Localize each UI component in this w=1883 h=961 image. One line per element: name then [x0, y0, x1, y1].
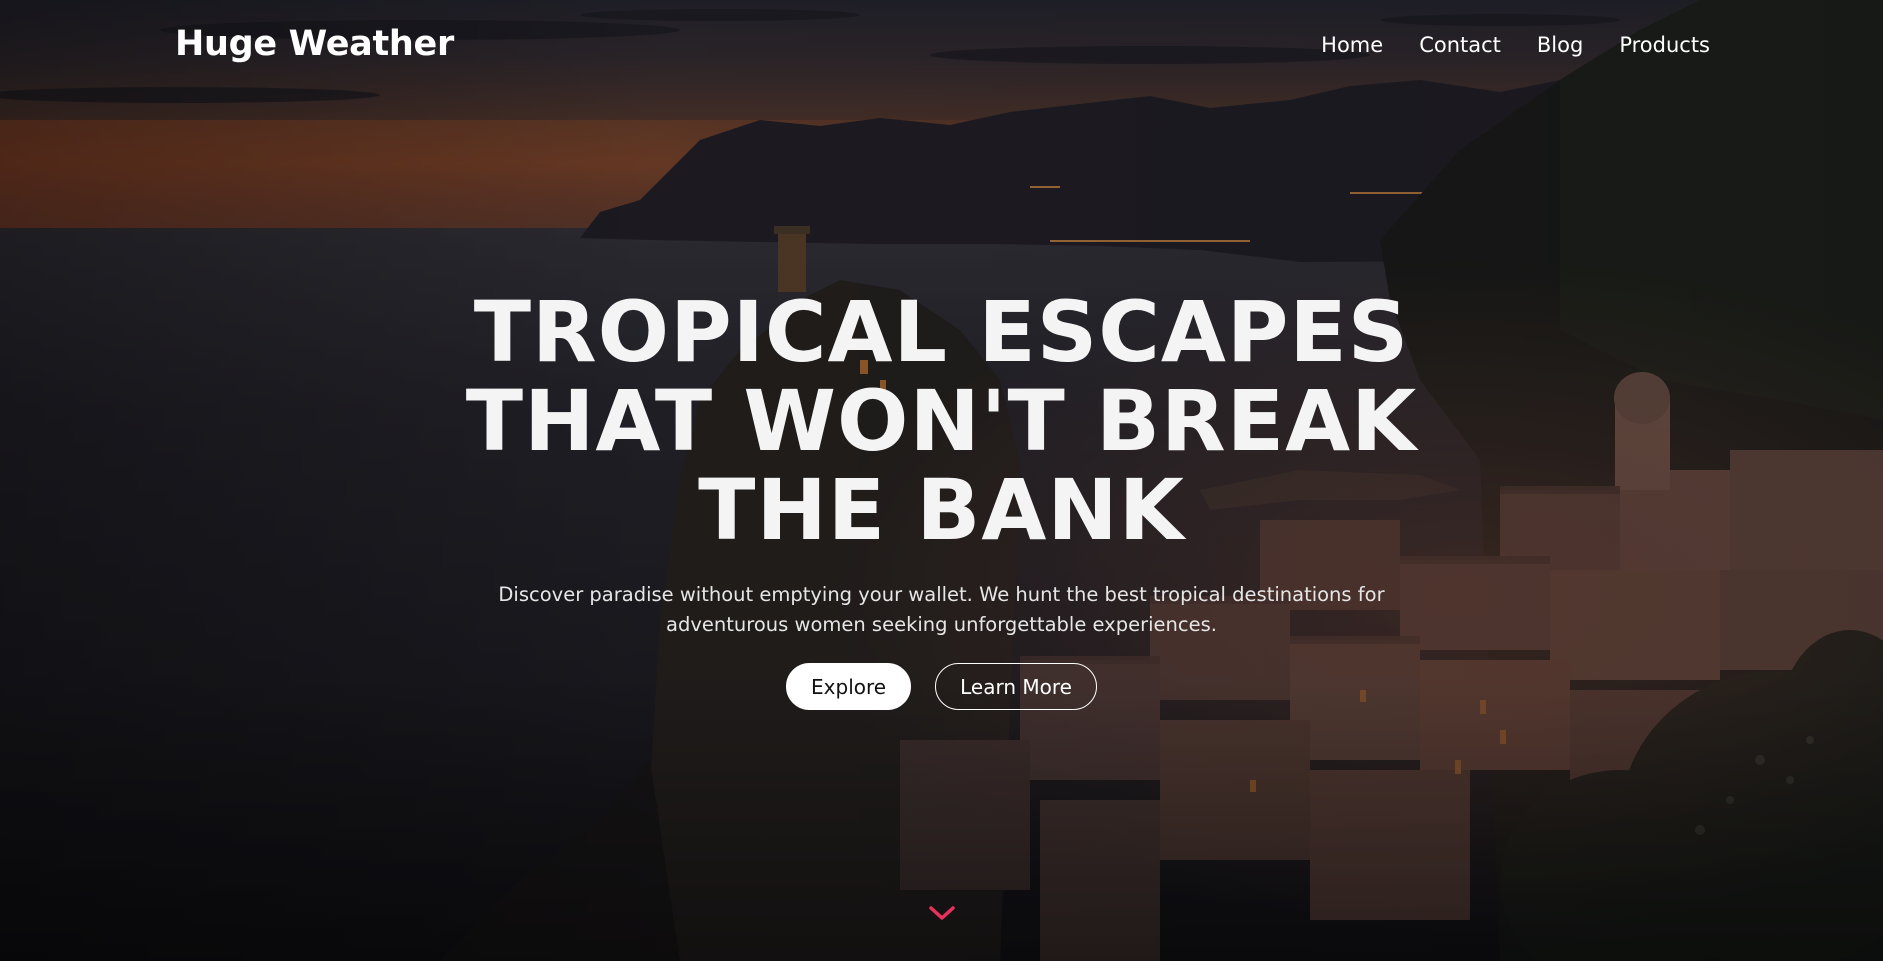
- hero-headline-line: THE BANK: [698, 461, 1185, 559]
- hero-cta-group: Explore Learn More: [0, 663, 1883, 710]
- explore-button[interactable]: Explore: [786, 663, 912, 710]
- nav-link-blog[interactable]: Blog: [1537, 33, 1583, 57]
- nav-link-home[interactable]: Home: [1321, 33, 1383, 57]
- chevron-down-stroke: [929, 906, 955, 920]
- site-logo[interactable]: Huge Weather: [175, 24, 454, 64]
- hero-subtitle-line: Discover paradise without emptying your …: [498, 583, 1385, 606]
- hero-headline-line: THAT WON'T BREAK: [465, 372, 1418, 470]
- hero-section: Huge Weather Home Contact Blog Products …: [0, 0, 1883, 961]
- hero-headline: TROPICAL ESCAPES THAT WON'T BREAK THE BA…: [0, 288, 1883, 555]
- top-navbar: Huge Weather Home Contact Blog Products: [0, 0, 1883, 96]
- hero-headline-line: TROPICAL ESCAPES: [473, 283, 1410, 381]
- main-nav: Home Contact Blog Products: [1321, 33, 1710, 57]
- nav-link-products[interactable]: Products: [1619, 33, 1710, 57]
- hero-subtitle: Discover paradise without emptying your …: [0, 580, 1883, 640]
- nav-link-contact[interactable]: Contact: [1419, 33, 1501, 57]
- hero-subtitle-line: adventurous women seeking unforgettable …: [666, 613, 1217, 636]
- learn-more-button[interactable]: Learn More: [935, 663, 1097, 710]
- chevron-down-icon[interactable]: [927, 900, 957, 924]
